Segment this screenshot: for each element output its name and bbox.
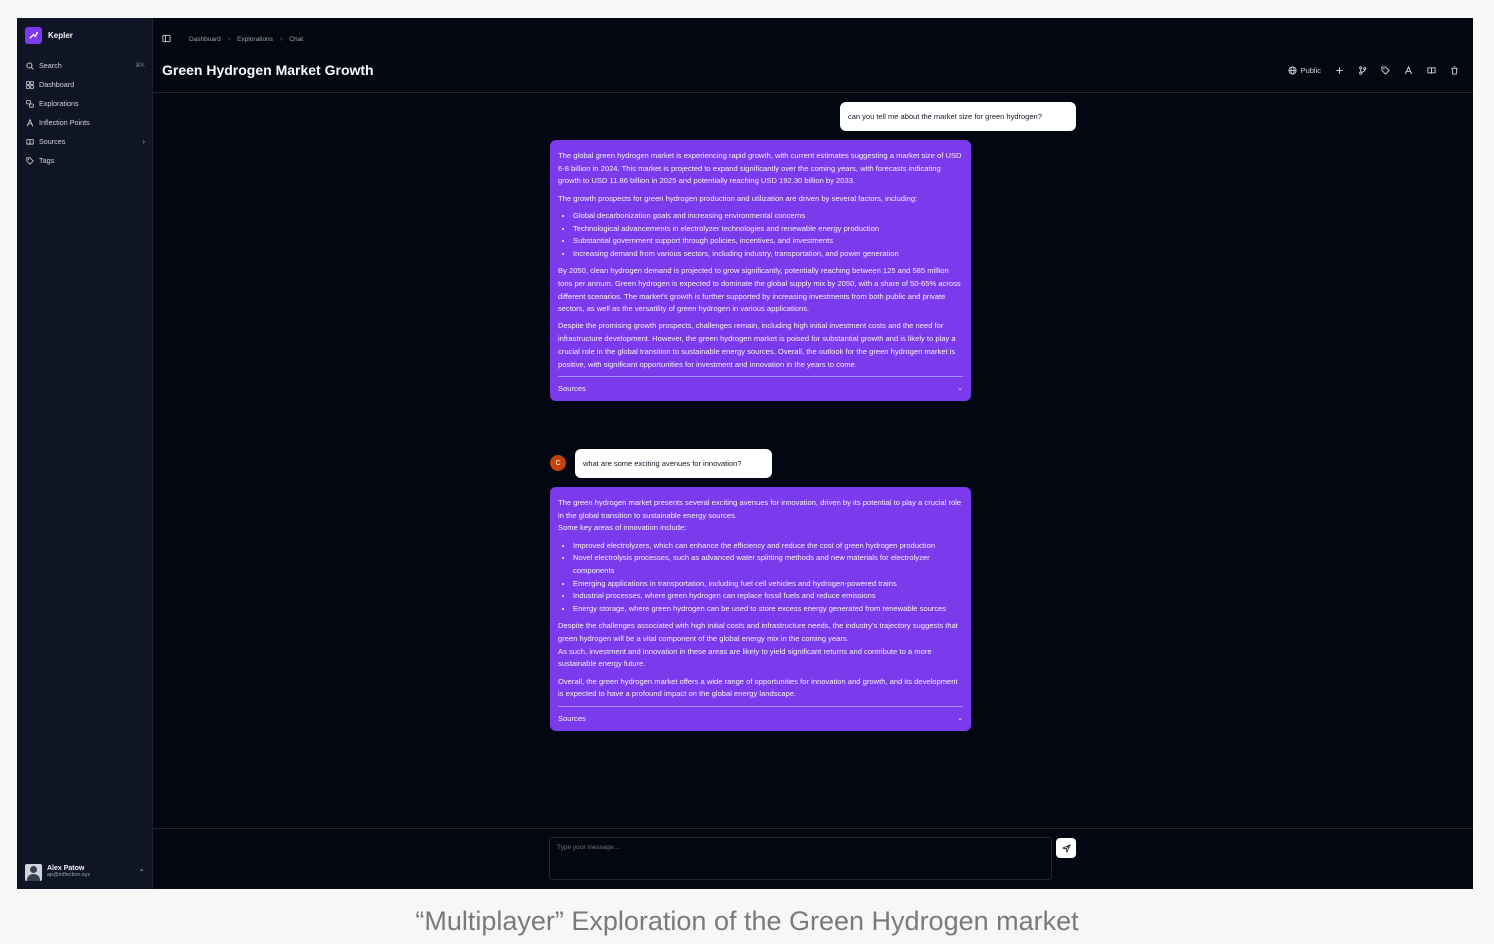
chevron-right-icon: › xyxy=(279,35,283,43)
message-paragraph: The green hydrogen market presents sever… xyxy=(558,497,963,535)
user-message: what are some exciting avenues for innov… xyxy=(575,449,772,478)
sources-label: Sources xyxy=(558,383,586,393)
chevron-right-icon[interactable]: › xyxy=(142,137,145,146)
list-item: Emerging applications in transportation,… xyxy=(573,578,963,591)
sidebar-item-label: Explorations xyxy=(39,99,79,108)
kepler-logo-icon xyxy=(25,27,42,44)
composer-divider xyxy=(153,828,1473,829)
message-paragraph: The growth prospects for green hydrogen … xyxy=(558,193,918,203)
add-button[interactable] xyxy=(1335,66,1344,75)
message-text: Some key areas of innovation include: xyxy=(558,523,687,533)
user-menu[interactable]: Alex Patow ap@inflection.xyz ⌃ xyxy=(25,863,145,881)
breadcrumb-explorations[interactable]: Explorations xyxy=(237,36,273,43)
sidebar-item-tags[interactable]: Tags xyxy=(17,151,153,170)
list-item: Energy storage, where green hydrogen can… xyxy=(573,603,963,616)
user-message-text: can you tell me about the market size fo… xyxy=(848,112,1042,121)
sidebar-item-label: Inflection Points xyxy=(39,118,90,127)
inflection-button[interactable] xyxy=(1404,66,1413,75)
inflection-icon xyxy=(1404,66,1413,75)
app-window: Kepler Search ⌘K Dashboard Explorations … xyxy=(17,18,1473,889)
chevron-down-icon: ⌄ xyxy=(957,384,963,392)
inflection-icon xyxy=(26,118,34,127)
avatar xyxy=(25,863,42,881)
sidebar-item-label: Tags xyxy=(39,156,55,165)
sources-button[interactable] xyxy=(1427,66,1436,75)
sidebar-item-sources[interactable]: Sources › xyxy=(17,132,153,151)
sources-toggle[interactable]: Sources ⌄ xyxy=(558,706,963,731)
sources-label: Sources xyxy=(558,713,586,723)
git-branch-icon xyxy=(1359,66,1367,75)
tag-button[interactable] xyxy=(1381,66,1390,75)
main-panel: Dashboard › Explorations › Chat Green Hy… xyxy=(153,18,1473,889)
assistant-message: The global green hydrogen market is expe… xyxy=(550,140,971,402)
send-icon xyxy=(1061,843,1071,853)
breadcrumb: Dashboard › Explorations › Chat xyxy=(162,30,303,48)
message-text: As such, investment and innovation in th… xyxy=(558,646,932,669)
list-item: Technological advancements in electrolyz… xyxy=(573,223,963,236)
sources-toggle[interactable]: Sources ⌄ xyxy=(558,376,963,401)
message-paragraph: Overall, the green hydrogen market offer… xyxy=(558,676,958,699)
message-text: Despite the challenges associated with h… xyxy=(558,621,958,644)
breadcrumb-chat: Chat xyxy=(289,35,304,43)
chevron-up-down-icon[interactable]: ⌃ xyxy=(138,868,145,877)
list-item: Improved electrolyzers, which can enhanc… xyxy=(573,540,963,553)
app-name: Kepler xyxy=(48,31,73,40)
list-item: Global decarbonization goals and increas… xyxy=(573,210,963,223)
message-paragraph: By 2050, clean hydrogen demand is projec… xyxy=(558,266,961,314)
message-bullet-list: Global decarbonization goals and increas… xyxy=(558,210,963,261)
branch-button[interactable] xyxy=(1358,66,1367,75)
search-icon xyxy=(26,61,34,70)
page-title: Green Hydrogen Market Growth xyxy=(162,62,374,78)
tag-icon xyxy=(1381,66,1390,75)
chevron-right-icon: › xyxy=(227,35,231,43)
brand[interactable]: Kepler xyxy=(25,27,73,44)
list-item: Novel electrolysis processes, such as ad… xyxy=(573,552,963,577)
send-button[interactable] xyxy=(1056,838,1076,858)
list-item: Industrial processes, where green hydrog… xyxy=(573,590,963,603)
user-email: ap@inflection.xyz xyxy=(47,872,91,879)
sidebar-item-dashboard[interactable]: Dashboard xyxy=(17,75,153,94)
delete-button[interactable] xyxy=(1450,66,1459,75)
assistant-message: The green hydrogen market presents sever… xyxy=(550,487,971,732)
explorations-icon xyxy=(26,99,34,108)
search-shortcut: ⌘K xyxy=(134,63,145,69)
plus-icon xyxy=(1336,67,1343,74)
figure-caption: “Multiplayer” Exploration of the Green H… xyxy=(415,906,1079,936)
book-icon xyxy=(26,138,34,146)
message-input[interactable] xyxy=(549,837,1052,880)
sidebar-item-label: Sources xyxy=(39,137,66,146)
list-item: Increasing demand from various sectors, … xyxy=(573,248,963,261)
message-paragraph: The global green hydrogen market is expe… xyxy=(558,151,962,186)
sidebar-nav: Search ⌘K Dashboard Explorations Inflect… xyxy=(17,56,153,170)
sidebar-item-explorations[interactable]: Explorations xyxy=(17,94,153,113)
breadcrumb-dashboard[interactable]: Dashboard xyxy=(189,36,221,43)
visibility-label: Public xyxy=(1300,66,1321,75)
message-bullet-list: Improved electrolyzers, which can enhanc… xyxy=(558,540,963,616)
visibility-button[interactable]: Public xyxy=(1288,66,1321,75)
sidebar-toggle-icon[interactable] xyxy=(162,30,171,48)
trash-icon xyxy=(1451,66,1458,75)
sidebar-item-inflection-points[interactable]: Inflection Points xyxy=(17,113,153,132)
globe-icon xyxy=(1288,66,1297,75)
sidebar: Kepler Search ⌘K Dashboard Explorations … xyxy=(17,18,153,889)
sidebar-item-search[interactable]: Search ⌘K xyxy=(17,56,153,75)
dashboard-icon xyxy=(26,80,34,89)
user-message-text: what are some exciting avenues for innov… xyxy=(583,459,742,468)
header-divider xyxy=(153,92,1473,93)
chevron-down-icon: ⌄ xyxy=(957,714,963,722)
user-name: Alex Patow xyxy=(47,865,85,873)
book-icon xyxy=(1427,67,1436,74)
sidebar-item-label: Dashboard xyxy=(39,80,75,89)
user-message: can you tell me about the market size fo… xyxy=(840,102,1076,131)
toolbar: Public xyxy=(1288,66,1459,75)
sidebar-item-label: Search xyxy=(39,61,62,70)
message-text: The green hydrogen market presents sever… xyxy=(558,498,962,520)
list-item: Substantial government support through p… xyxy=(573,235,963,248)
participant-avatar: C xyxy=(550,455,566,471)
message-paragraph: Despite the challenges associated with h… xyxy=(558,620,963,671)
tag-icon xyxy=(26,156,34,165)
user-info: Alex Patow ap@inflection.xyz xyxy=(47,865,133,879)
message-paragraph: Despite the promising growth prospects, … xyxy=(558,321,956,369)
